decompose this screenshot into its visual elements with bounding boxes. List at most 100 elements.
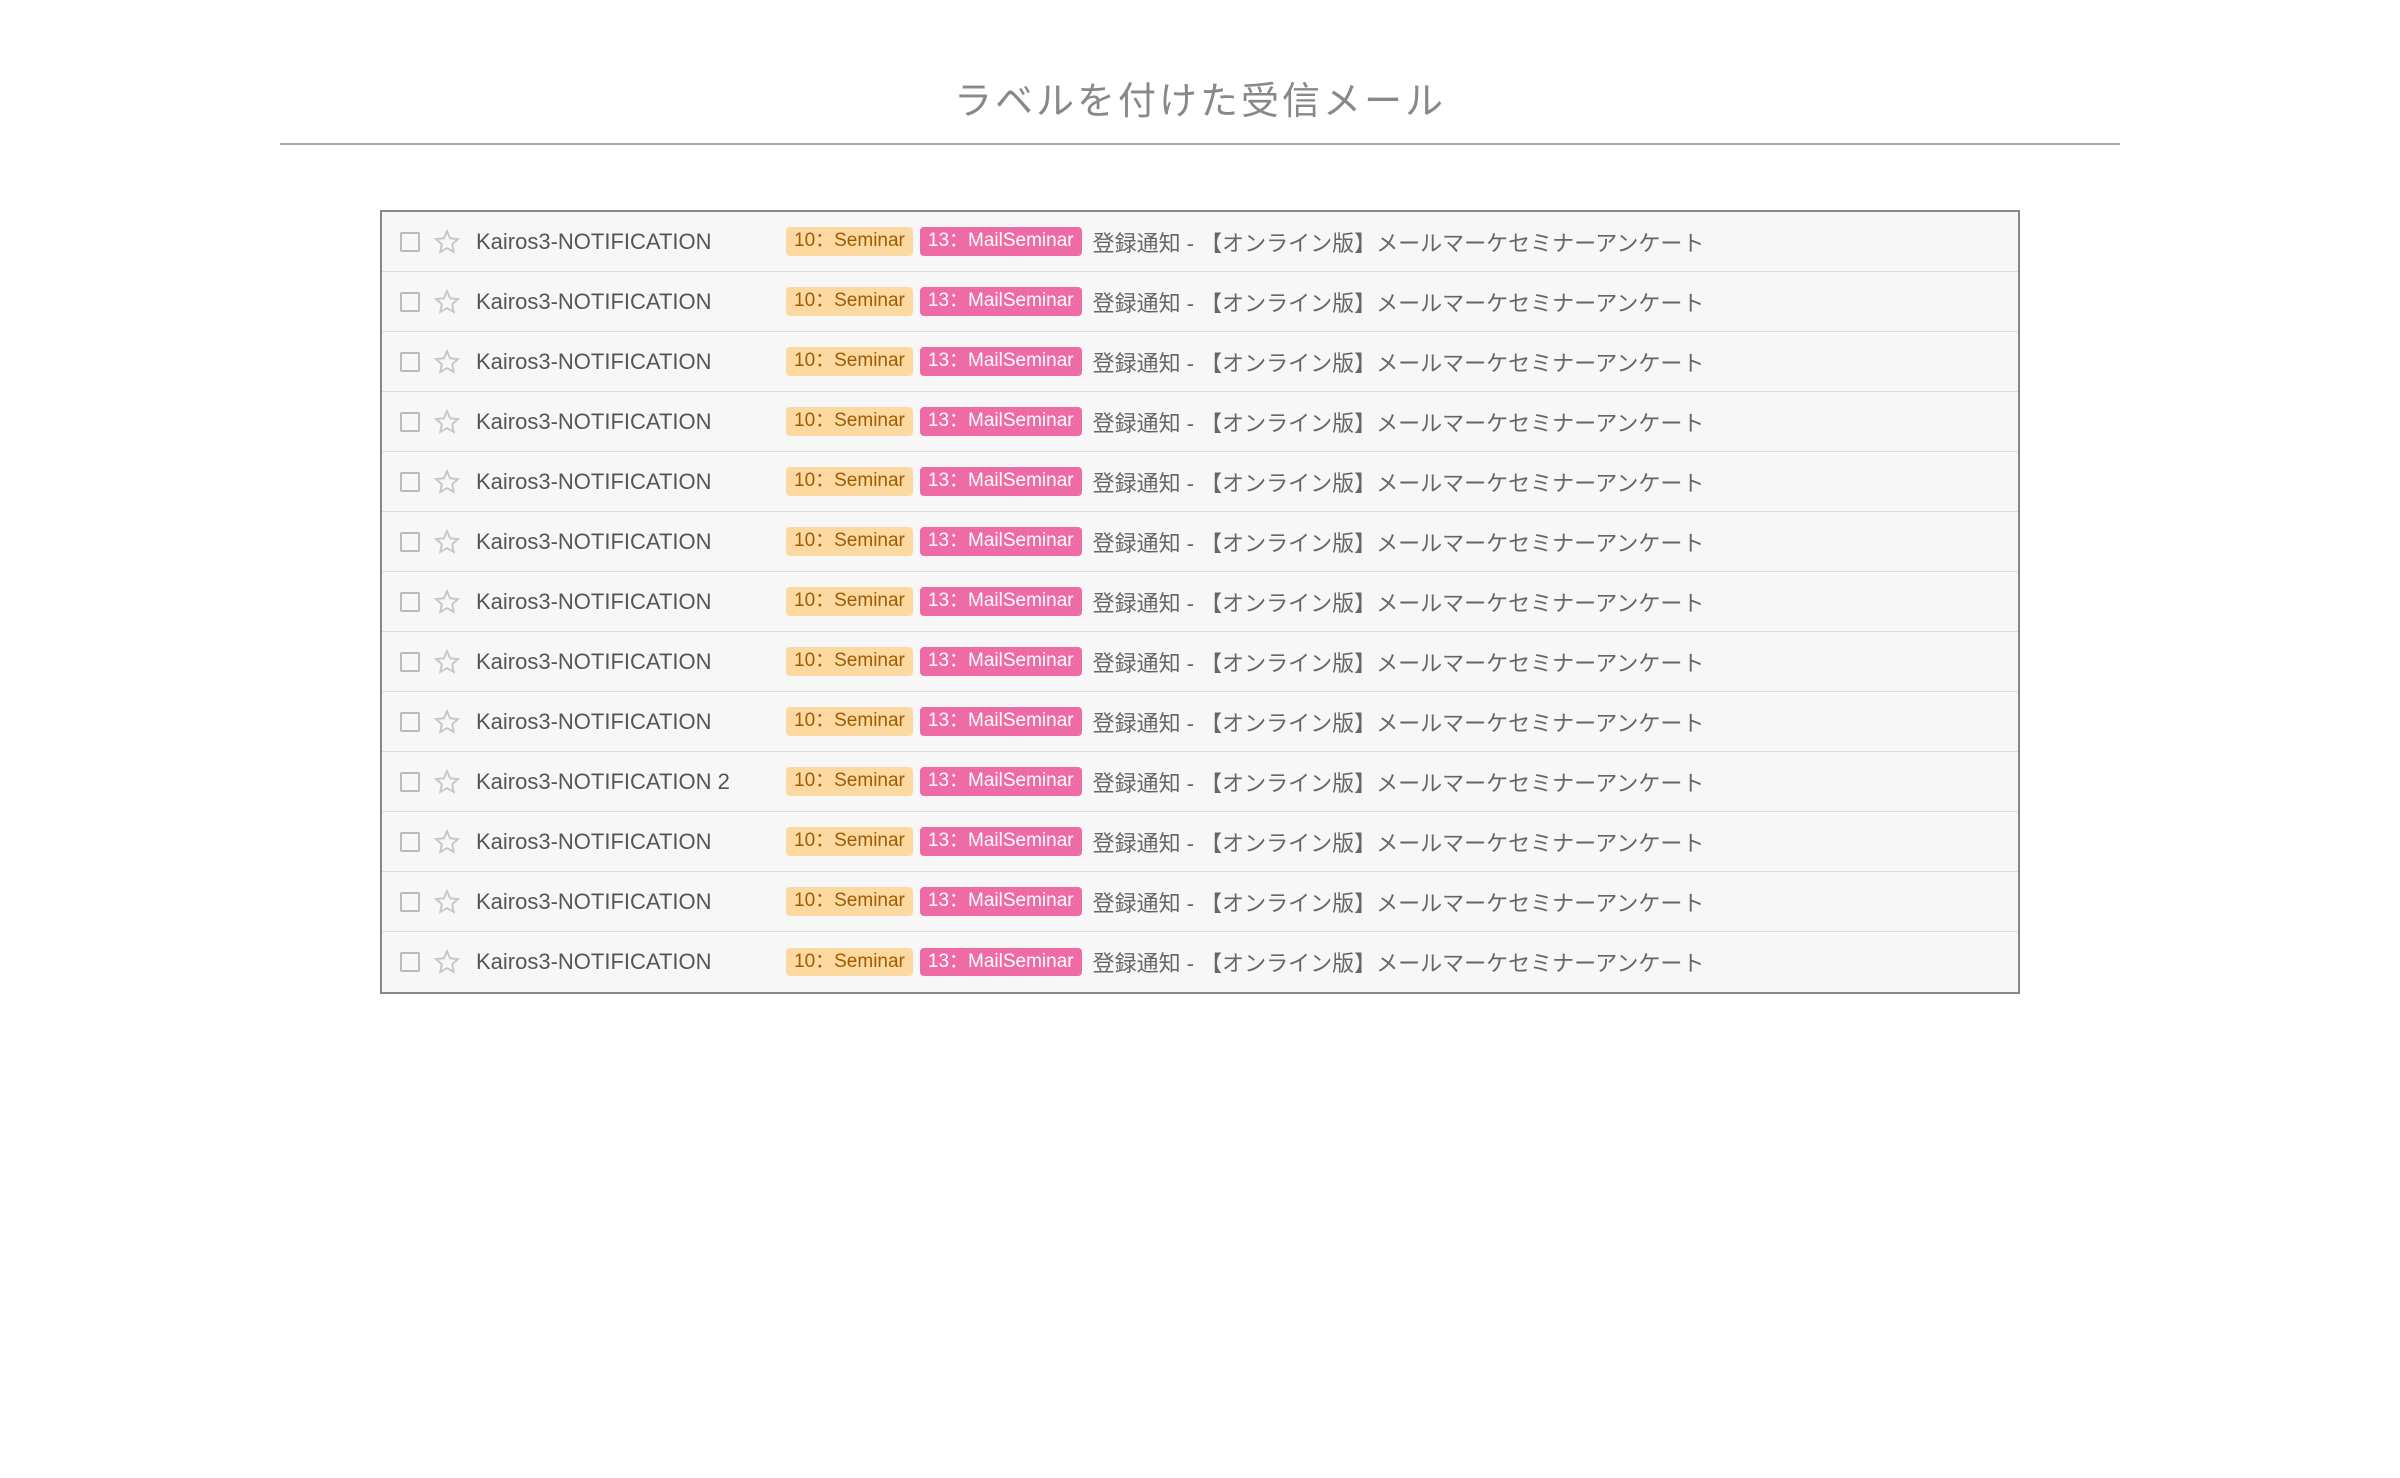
mail-row[interactable]: Kairos3-NOTIFICATION10：Seminar13：MailSem… bbox=[382, 932, 2018, 992]
mail-sender: Kairos3-NOTIFICATION bbox=[476, 829, 786, 855]
star-icon[interactable] bbox=[434, 229, 460, 255]
label-seminar[interactable]: 10：Seminar bbox=[786, 587, 913, 616]
row-checkbox[interactable] bbox=[400, 232, 420, 252]
mail-row[interactable]: Kairos3-NOTIFICATION10：Seminar13：MailSem… bbox=[382, 452, 2018, 512]
label-seminar[interactable]: 10：Seminar bbox=[786, 948, 913, 977]
mail-subject: 登録通知 - 【オンライン版】メールマーケセミナーアンケート bbox=[1093, 406, 1705, 438]
label-mailseminar[interactable]: 13：MailSeminar bbox=[920, 587, 1082, 616]
mail-sender: Kairos3-NOTIFICATION bbox=[476, 589, 786, 615]
label-seminar[interactable]: 10：Seminar bbox=[786, 767, 913, 796]
mail-sender: Kairos3-NOTIFICATION bbox=[476, 229, 786, 255]
star-icon[interactable] bbox=[434, 409, 460, 435]
mail-labels-subject: 10：Seminar13：MailSeminar 登録通知 - 【オンライン版】メ… bbox=[786, 526, 1704, 558]
mail-sender: Kairos3-NOTIFICATION bbox=[476, 649, 786, 675]
mail-sender: Kairos3-NOTIFICATION bbox=[476, 469, 786, 495]
star-icon[interactable] bbox=[434, 769, 460, 795]
mail-row[interactable]: Kairos3-NOTIFICATION10：Seminar13：MailSem… bbox=[382, 332, 2018, 392]
row-checkbox[interactable] bbox=[400, 532, 420, 552]
label-seminar[interactable]: 10：Seminar bbox=[786, 887, 913, 916]
mail-sender: Kairos3-NOTIFICATION bbox=[476, 409, 786, 435]
mail-subject: 登録通知 - 【オンライン版】メールマーケセミナーアンケート bbox=[1093, 646, 1705, 678]
label-seminar[interactable]: 10：Seminar bbox=[786, 647, 913, 676]
label-seminar[interactable]: 10：Seminar bbox=[786, 227, 913, 256]
mail-labels-subject: 10：Seminar13：MailSeminar 登録通知 - 【オンライン版】メ… bbox=[786, 286, 1704, 318]
row-checkbox[interactable] bbox=[400, 412, 420, 432]
label-seminar[interactable]: 10：Seminar bbox=[786, 287, 913, 316]
mail-subject: 登録通知 - 【オンライン版】メールマーケセミナーアンケート bbox=[1093, 526, 1705, 558]
row-checkbox[interactable] bbox=[400, 892, 420, 912]
mail-list-panel: Kairos3-NOTIFICATION10：Seminar13：MailSem… bbox=[380, 210, 2020, 994]
mail-row[interactable]: Kairos3-NOTIFICATION10：Seminar13：MailSem… bbox=[382, 632, 2018, 692]
mail-row[interactable]: Kairos3-NOTIFICATION10：Seminar13：MailSem… bbox=[382, 212, 2018, 272]
row-checkbox[interactable] bbox=[400, 592, 420, 612]
mail-labels-subject: 10：Seminar13：MailSeminar登録通知 - 【オンライン版】メ… bbox=[786, 706, 1704, 738]
mail-sender: Kairos3-NOTIFICATION bbox=[476, 289, 786, 315]
row-checkbox[interactable] bbox=[400, 472, 420, 492]
mail-row[interactable]: Kairos3-NOTIFICATION10：Seminar13：MailSem… bbox=[382, 572, 2018, 632]
star-icon[interactable] bbox=[434, 289, 460, 315]
mail-subject: 登録通知 - 【オンライン版】メールマーケセミナーアンケート bbox=[1093, 466, 1705, 498]
page-title: ラベルを付けた受信メール bbox=[250, 50, 2150, 143]
star-icon[interactable] bbox=[434, 949, 460, 975]
label-mailseminar[interactable]: 13：MailSeminar bbox=[920, 347, 1082, 376]
mail-subject: 登録通知 - 【オンライン版】メールマーケセミナーアンケート bbox=[1093, 946, 1705, 978]
mail-labels-subject: 10：Seminar13：MailSeminar 登録通知 - 【オンライン版】メ… bbox=[786, 226, 1704, 258]
label-mailseminar[interactable]: 13：MailSeminar bbox=[920, 407, 1082, 436]
label-seminar[interactable]: 10：Seminar bbox=[786, 347, 913, 376]
row-checkbox[interactable] bbox=[400, 352, 420, 372]
row-checkbox[interactable] bbox=[400, 772, 420, 792]
mail-subject: 登録通知 - 【オンライン版】メールマーケセミナーアンケート bbox=[1093, 586, 1705, 618]
mail-row[interactable]: Kairos3-NOTIFICATION10：Seminar13：MailSem… bbox=[382, 812, 2018, 872]
mail-subject: 登録通知 - 【オンライン版】メールマーケセミナーアンケート bbox=[1093, 346, 1705, 378]
label-mailseminar[interactable]: 13：MailSeminar bbox=[920, 707, 1082, 736]
mail-labels-subject: 10：Seminar13：MailSeminar 登録通知 - 【オンライン版】メ… bbox=[786, 646, 1704, 678]
label-mailseminar[interactable]: 13：MailSeminar bbox=[920, 287, 1082, 316]
star-icon[interactable] bbox=[434, 529, 460, 555]
label-seminar[interactable]: 10：Seminar bbox=[786, 467, 913, 496]
mail-labels-subject: 10：Seminar13：MailSeminar 登録通知 - 【オンライン版】メ… bbox=[786, 586, 1704, 618]
label-mailseminar[interactable]: 13：MailSeminar bbox=[920, 467, 1082, 496]
star-icon[interactable] bbox=[434, 469, 460, 495]
mail-row[interactable]: Kairos3-NOTIFICATION 210：Seminar13：MailS… bbox=[382, 752, 2018, 812]
mail-labels-subject: 10：Seminar13：MailSeminar 登録通知 - 【オンライン版】メ… bbox=[786, 466, 1704, 498]
star-icon[interactable] bbox=[434, 349, 460, 375]
mail-sender: Kairos3-NOTIFICATION bbox=[476, 349, 786, 375]
mail-labels-subject: 10：Seminar13：MailSeminar 登録通知 - 【オンライン版】メ… bbox=[786, 946, 1704, 978]
star-icon[interactable] bbox=[434, 589, 460, 615]
mail-sender: Kairos3-NOTIFICATION bbox=[476, 949, 786, 975]
row-checkbox[interactable] bbox=[400, 712, 420, 732]
mail-row[interactable]: Kairos3-NOTIFICATION10：Seminar13：MailSem… bbox=[382, 692, 2018, 752]
label-mailseminar[interactable]: 13：MailSeminar bbox=[920, 767, 1082, 796]
label-mailseminar[interactable]: 13：MailSeminar bbox=[920, 527, 1082, 556]
mail-labels-subject: 10：Seminar13：MailSeminar登録通知 - 【オンライン版】メ… bbox=[786, 886, 1704, 918]
label-seminar[interactable]: 10：Seminar bbox=[786, 707, 913, 736]
label-mailseminar[interactable]: 13：MailSeminar bbox=[920, 647, 1082, 676]
row-checkbox[interactable] bbox=[400, 952, 420, 972]
label-mailseminar[interactable]: 13：MailSeminar bbox=[920, 887, 1082, 916]
mail-row[interactable]: Kairos3-NOTIFICATION10：Seminar13：MailSem… bbox=[382, 272, 2018, 332]
mail-subject: 登録通知 - 【オンライン版】メールマーケセミナーアンケート bbox=[1093, 226, 1705, 258]
star-icon[interactable] bbox=[434, 889, 460, 915]
label-mailseminar[interactable]: 13：MailSeminar bbox=[920, 827, 1082, 856]
mail-subject: 登録通知 - 【オンライン版】メールマーケセミナーアンケート bbox=[1093, 286, 1705, 318]
label-seminar[interactable]: 10：Seminar bbox=[786, 827, 913, 856]
mail-row[interactable]: Kairos3-NOTIFICATION10：Seminar13：MailSem… bbox=[382, 392, 2018, 452]
label-mailseminar[interactable]: 13：MailSeminar bbox=[920, 227, 1082, 256]
heading-divider bbox=[280, 143, 2120, 145]
row-checkbox[interactable] bbox=[400, 292, 420, 312]
mail-subject: 登録通知 - 【オンライン版】メールマーケセミナーアンケート bbox=[1093, 826, 1705, 858]
star-icon[interactable] bbox=[434, 829, 460, 855]
mail-row[interactable]: Kairos3-NOTIFICATION10：Seminar13：MailSem… bbox=[382, 872, 2018, 932]
label-seminar[interactable]: 10：Seminar bbox=[786, 527, 913, 556]
label-mailseminar[interactable]: 13：MailSeminar bbox=[920, 948, 1082, 977]
mail-sender: Kairos3-NOTIFICATION 2 bbox=[476, 769, 786, 795]
star-icon[interactable] bbox=[434, 649, 460, 675]
mail-row[interactable]: Kairos3-NOTIFICATION10：Seminar13：MailSem… bbox=[382, 512, 2018, 572]
row-checkbox[interactable] bbox=[400, 652, 420, 672]
star-icon[interactable] bbox=[434, 709, 460, 735]
row-checkbox[interactable] bbox=[400, 832, 420, 852]
label-seminar[interactable]: 10：Seminar bbox=[786, 407, 913, 436]
mail-labels-subject: 10：Seminar13：MailSeminar 登録通知 - 【オンライン版】メ… bbox=[786, 826, 1704, 858]
mail-labels-subject: 10：Seminar13：MailSeminar登録通知 - 【オンライン版】メ… bbox=[786, 766, 1704, 798]
mail-labels-subject: 10：Seminar13：MailSeminar 登録通知 - 【オンライン版】メ… bbox=[786, 346, 1704, 378]
